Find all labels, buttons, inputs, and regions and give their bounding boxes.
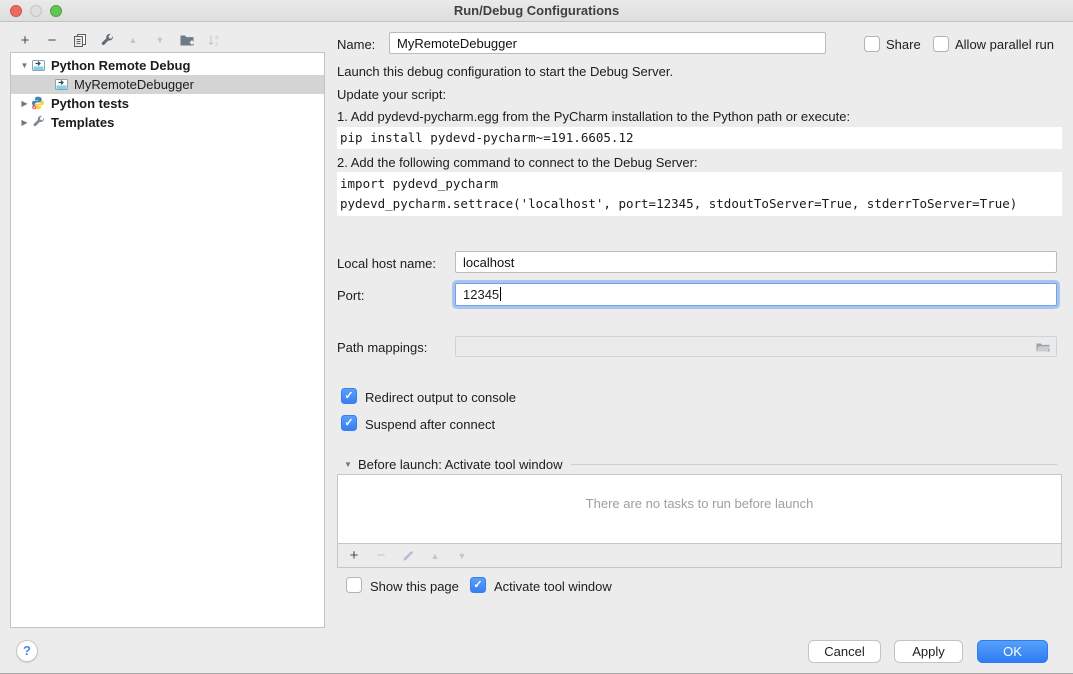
tree-item-templates[interactable]: ▶ Templates <box>11 113 324 132</box>
code-line-2: pydevd_pycharm.settrace('localhost', por… <box>340 194 1062 214</box>
update-script-text: Update your script: <box>337 87 446 102</box>
tree-item-label: Templates <box>51 115 114 130</box>
suspend-after-connect-label: Suspend after connect <box>365 417 495 432</box>
move-up-button[interactable]: ▲ <box>125 32 141 48</box>
intro-text: Launch this debug configuration to start… <box>337 64 673 79</box>
create-folder-button[interactable] <box>179 32 195 48</box>
before-launch-task-list[interactable]: There are no tasks to run before launch … <box>337 474 1062 568</box>
redirect-output-label: Redirect output to console <box>365 390 516 405</box>
tree-item-python-tests[interactable]: ▶ Python tests <box>11 94 324 113</box>
help-button[interactable]: ? <box>16 640 38 662</box>
path-mappings-label: Path mappings: <box>337 340 427 355</box>
activate-tool-window-label: Activate tool window <box>494 579 612 594</box>
sort-az-icon: a z <box>206 32 222 48</box>
remove-configuration-button[interactable]: − <box>44 32 60 48</box>
add-configuration-button[interactable]: + <box>17 32 33 48</box>
minimize-window-button <box>30 5 42 17</box>
tree-item-label: Python tests <box>51 96 129 111</box>
tree-item-python-remote-debug[interactable]: ▼ Python Remote Debug <box>11 56 324 75</box>
titlebar[interactable]: Run/Debug Configurations <box>0 0 1073 22</box>
add-task-button[interactable]: + <box>346 548 362 564</box>
close-window-button[interactable] <box>10 5 22 17</box>
name-label: Name: <box>337 37 375 52</box>
task-toolbar: + − ▲ ▼ <box>338 543 1061 567</box>
run-debug-configurations-dialog: Run/Debug Configurations + − ▲ ▼ <box>0 0 1073 674</box>
settrace-code: import pydevd_pycharm pydevd_pycharm.set… <box>337 172 1062 216</box>
suspend-after-connect-checkbox[interactable] <box>341 415 357 431</box>
remote-debug-config-icon <box>54 77 69 92</box>
section-divider <box>571 464 1057 465</box>
copy-icon <box>72 33 87 48</box>
show-this-page-label: Show this page <box>370 579 459 594</box>
text-caret <box>500 287 501 301</box>
redirect-output-checkbox[interactable] <box>341 388 357 404</box>
configurations-toolbar: + − ▲ ▼ a z <box>17 30 222 50</box>
move-down-button[interactable]: ▼ <box>152 32 168 48</box>
code-line-1: import pydevd_pycharm <box>340 174 1062 194</box>
remote-debug-config-icon <box>31 58 46 73</box>
configurations-tree: ▼ Python Remote Debug MyRemoteDebugger <box>10 52 325 628</box>
step2-text: 2. Add the following command to connect … <box>337 155 698 170</box>
local-host-input[interactable] <box>455 251 1057 273</box>
chevron-right-icon[interactable]: ▶ <box>18 99 31 108</box>
new-folder-icon <box>179 32 195 48</box>
show-this-page-checkbox[interactable] <box>346 577 362 593</box>
empty-task-list-text: There are no tasks to run before launch <box>338 496 1061 511</box>
python-tests-icon <box>31 96 46 111</box>
path-mappings-input[interactable] <box>455 336 1057 357</box>
zoom-window-button[interactable] <box>50 5 62 17</box>
pencil-icon <box>401 549 415 563</box>
svg-text:a: a <box>215 34 219 41</box>
tree-item-label: MyRemoteDebugger <box>74 77 194 92</box>
pip-command-code: pip install pydevd-pycharm~=191.6605.12 <box>337 127 1062 149</box>
share-checkbox[interactable] <box>864 36 880 52</box>
sort-configurations-button[interactable]: a z <box>206 32 222 48</box>
step1-text: 1. Add pydevd-pycharm.egg from the PyCha… <box>337 109 850 124</box>
apply-button[interactable]: Apply <box>894 640 963 663</box>
chevron-right-icon[interactable]: ▶ <box>18 118 31 127</box>
before-launch-header[interactable]: ▼ Before launch: Activate tool window <box>341 457 1057 472</box>
folder-icon <box>1035 339 1051 355</box>
port-label: Port: <box>337 288 364 303</box>
allow-parallel-run-label: Allow parallel run <box>955 37 1054 52</box>
before-launch-title: Before launch: Activate tool window <box>358 457 563 472</box>
cancel-button[interactable]: Cancel <box>808 640 881 663</box>
name-input[interactable] <box>389 32 826 54</box>
browse-folder-button[interactable] <box>1035 339 1051 355</box>
tree-item-label: Python Remote Debug <box>51 58 190 73</box>
tree-item-myremotedebugger[interactable]: MyRemoteDebugger <box>11 75 324 94</box>
remove-task-button[interactable]: − <box>373 548 389 564</box>
port-value: 12345 <box>463 287 499 302</box>
question-mark-icon: ? <box>23 643 31 658</box>
allow-parallel-run-checkbox[interactable] <box>933 36 949 52</box>
port-input[interactable]: 12345 <box>455 283 1057 306</box>
edit-task-button[interactable] <box>400 548 416 564</box>
local-host-label: Local host name: <box>337 256 436 271</box>
share-label: Share <box>886 37 921 52</box>
move-task-up-button[interactable]: ▲ <box>427 548 443 564</box>
ok-button[interactable]: OK <box>977 640 1048 663</box>
window-title: Run/Debug Configurations <box>454 3 619 18</box>
edit-templates-button[interactable] <box>98 32 114 48</box>
activate-tool-window-checkbox[interactable] <box>470 577 486 593</box>
chevron-down-icon[interactable]: ▼ <box>18 61 31 70</box>
move-task-down-button[interactable]: ▼ <box>454 548 470 564</box>
svg-text:z: z <box>215 41 218 48</box>
wrench-icon <box>99 33 114 48</box>
templates-wrench-icon <box>31 115 46 130</box>
copy-configuration-button[interactable] <box>71 32 87 48</box>
chevron-down-icon[interactable]: ▼ <box>341 460 355 469</box>
